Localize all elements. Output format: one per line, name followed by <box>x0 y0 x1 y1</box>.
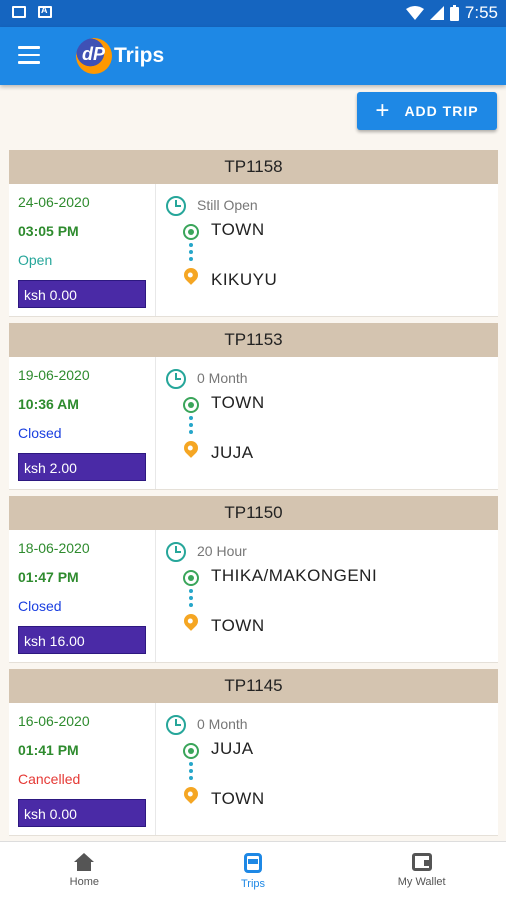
trip-card[interactable]: TP1153 19-06-2020 10:36 AM Closed ksh 2.… <box>9 323 498 496</box>
trip-date: 18-06-2020 <box>18 540 90 556</box>
origin-icon <box>183 743 199 759</box>
status-time: 7:55 <box>464 3 498 22</box>
trip-id: TP1150 <box>9 496 498 530</box>
bottom-nav: Home Trips My Wallet <box>0 841 506 900</box>
add-trip-button[interactable]: + ADD TRIP <box>357 92 497 130</box>
origin-icon <box>183 224 199 240</box>
trip-id: TP1158 <box>9 150 498 184</box>
app-bar: dP Trips <box>0 27 506 85</box>
battery-icon <box>449 5 459 21</box>
trip-destination: TOWN <box>211 616 265 635</box>
route-dots <box>189 589 193 613</box>
status-bar: 7:55 <box>0 0 506 27</box>
route-dots <box>189 762 193 786</box>
trip-status: Cancelled <box>18 771 81 787</box>
origin-icon <box>183 570 199 586</box>
trip-duration: 20 Hour <box>197 543 247 559</box>
wallet-icon <box>411 853 432 871</box>
trip-card[interactable]: TP1150 18-06-2020 01:47 PM Closed ksh 16… <box>9 496 498 669</box>
trip-time: 01:41 PM <box>18 742 79 758</box>
clock-icon <box>166 715 186 735</box>
bus-icon <box>244 853 262 873</box>
image-notification-icon <box>12 6 26 18</box>
trip-destination: JUJA <box>211 443 254 462</box>
trip-duration: Still Open <box>197 197 258 213</box>
trip-amount: ksh 0.00 <box>18 280 146 308</box>
location-pin-icon <box>181 611 201 631</box>
clock-icon <box>166 196 186 216</box>
app-logo: dP <box>76 38 112 74</box>
trip-time: 01:47 PM <box>18 569 79 585</box>
route-dots <box>189 243 193 267</box>
trip-time: 10:36 AM <box>18 396 79 412</box>
trip-amount: ksh 2.00 <box>18 453 146 481</box>
plus-icon: + <box>375 97 391 124</box>
trip-amount: ksh 0.00 <box>18 799 146 827</box>
trip-status: Closed <box>18 425 62 441</box>
app-notification-icon <box>38 5 52 18</box>
trip-status: Closed <box>18 598 62 614</box>
trip-destination: KIKUYU <box>211 270 278 289</box>
trip-origin: JUJA <box>211 739 254 758</box>
trip-date: 16-06-2020 <box>18 713 90 729</box>
trip-destination: TOWN <box>211 789 265 808</box>
trip-card[interactable]: TP1145 16-06-2020 01:41 PM Cancelled ksh… <box>9 669 498 842</box>
trip-time: 03:05 PM <box>18 223 79 239</box>
add-trip-label: ADD TRIP <box>404 103 479 119</box>
route-dots <box>189 416 193 440</box>
location-pin-icon <box>181 438 201 458</box>
trip-duration: 0 Month <box>197 716 248 732</box>
trip-id: TP1153 <box>9 323 498 357</box>
trip-origin: THIKA/MAKONGENI <box>211 566 378 585</box>
location-pin-icon <box>181 784 201 804</box>
trip-status: Open <box>18 252 53 268</box>
location-pin-icon <box>181 265 201 285</box>
signal-icon <box>429 6 444 20</box>
wifi-icon <box>405 6 424 20</box>
trip-date: 24-06-2020 <box>18 194 90 210</box>
origin-icon <box>183 397 199 413</box>
trip-list: TP1158 24-06-2020 03:05 PM Open ksh 0.00… <box>9 150 498 842</box>
trip-origin: TOWN <box>211 393 265 412</box>
trip-duration: 0 Month <box>197 370 248 386</box>
clock-icon <box>166 542 186 562</box>
nav-wallet-label: My Wallet <box>397 876 446 888</box>
home-icon <box>74 853 95 871</box>
menu-icon[interactable] <box>18 46 40 64</box>
nav-trips[interactable]: Trips <box>169 842 338 900</box>
page-title: Trips <box>114 44 165 67</box>
nav-home-label: Home <box>69 876 99 888</box>
trip-date: 19-06-2020 <box>18 367 90 383</box>
clock-icon <box>166 369 186 389</box>
nav-wallet[interactable]: My Wallet <box>337 842 506 900</box>
trip-id: TP1145 <box>9 669 498 703</box>
trip-origin: TOWN <box>211 220 265 239</box>
nav-trips-label: Trips <box>240 878 266 890</box>
trip-card[interactable]: TP1158 24-06-2020 03:05 PM Open ksh 0.00… <box>9 150 498 323</box>
nav-home[interactable]: Home <box>0 842 169 900</box>
trip-amount: ksh 16.00 <box>18 626 146 654</box>
